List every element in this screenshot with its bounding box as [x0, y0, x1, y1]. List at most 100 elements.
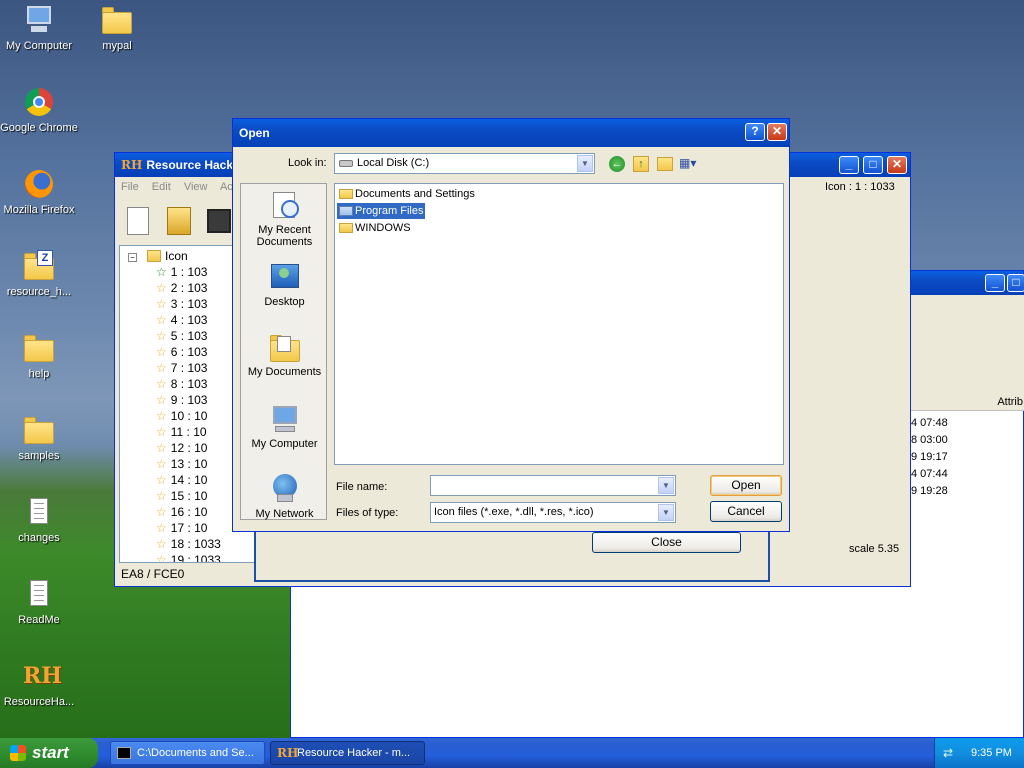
menu-view[interactable]: View: [184, 181, 208, 193]
minimize-button[interactable]: _: [839, 156, 859, 174]
desktop-icon-google-chrome[interactable]: Google Chrome: [0, 86, 78, 134]
tree-label: 11 : 10: [170, 425, 207, 439]
save-icon[interactable]: [207, 209, 231, 233]
new-file-icon[interactable]: [127, 207, 149, 235]
tree-item[interactable]: ☆ 3 : 103: [156, 296, 207, 312]
tree-label: 5 : 103: [170, 329, 208, 343]
open-button[interactable]: Open: [710, 475, 782, 496]
place-label: My Network: [255, 508, 314, 520]
desktop-icon-samples[interactable]: samples: [0, 414, 78, 462]
desktop-icon-mypal[interactable]: mypal: [78, 4, 156, 52]
tree-root-icon[interactable]: − Icon: [128, 248, 188, 264]
star-icon: ☆: [156, 473, 167, 487]
modified-time: 9 19:17: [911, 451, 948, 463]
help-button[interactable]: ?: [745, 123, 765, 141]
taskbar-item-explorer[interactable]: C:\Documents and Se...: [110, 741, 265, 765]
tree-item[interactable]: ☆ 9 : 103: [156, 392, 207, 408]
modified-time: 4 07:44: [911, 468, 948, 480]
up-folder-icon[interactable]: ↑: [633, 156, 649, 172]
status-offset: EA8 / FCE0: [121, 567, 185, 581]
file-item[interactable]: WINDOWS: [337, 220, 413, 236]
desktop-icon-my-computer[interactable]: My Computer: [0, 4, 78, 52]
desktop-icon-help[interactable]: help: [0, 332, 78, 380]
network-tray-icon[interactable]: ⇄: [943, 746, 957, 760]
tree-item[interactable]: ☆ 12 : 10: [156, 440, 207, 456]
place-my-computer[interactable]: My Computer: [241, 404, 328, 450]
collapse-icon[interactable]: −: [128, 253, 137, 262]
star-icon: ☆: [156, 489, 167, 503]
chevron-down-icon[interactable]: ▼: [577, 155, 593, 172]
file-type-select[interactable]: Icon files (*.exe, *.dll, *.res, *.ico) …: [430, 502, 676, 523]
file-item[interactable]: Documents and Settings: [337, 186, 477, 202]
tree-item[interactable]: ☆ 6 : 103: [156, 344, 207, 360]
close-button[interactable]: Close: [592, 532, 741, 553]
window-title: Resource Hacker: [146, 158, 245, 172]
open-dialog-titlebar[interactable]: Open: [233, 119, 789, 147]
tree-item[interactable]: ☆ 4 : 103: [156, 312, 207, 328]
tree-item[interactable]: ☆ 5 : 103: [156, 328, 207, 344]
start-label: start: [32, 743, 69, 762]
desktop-icon-label: changes: [18, 532, 60, 544]
star-icon: ☆: [156, 377, 167, 391]
taskbar-item-resource-hacker[interactable]: RH Resource Hacker - m...: [270, 741, 425, 765]
star-icon: ☆: [156, 441, 167, 455]
desktop-icon-mozilla-firefox[interactable]: Mozilla Firefox: [0, 168, 78, 216]
column-header-attributes[interactable]: Attrib: [911, 393, 1024, 411]
cancel-button[interactable]: Cancel: [710, 501, 782, 522]
tree-item[interactable]: ☆ 17 : 10: [156, 520, 207, 536]
desktop-icon-label: resource_h...: [6, 286, 72, 298]
tree-item[interactable]: ☆ 15 : 10: [156, 488, 207, 504]
maximize-button[interactable]: □: [1007, 274, 1024, 292]
desktop-icon-readme[interactable]: ReadMe: [0, 578, 78, 626]
view-menu-icon[interactable]: ▦▾: [679, 156, 705, 172]
look-in-select[interactable]: Local Disk (C:) ▼: [334, 153, 595, 174]
tree-item[interactable]: ☆ 10 : 10: [156, 408, 207, 424]
text-document-icon: [23, 578, 55, 610]
desktop-icon-changes[interactable]: changes: [0, 496, 78, 544]
open-dialog[interactable]: Open ? ✕ Look in: Local Disk (C:) ▼ ← ↑ …: [232, 118, 790, 532]
maximize-button[interactable]: □: [863, 156, 883, 174]
tree-item[interactable]: ☆ 19 : 1033: [156, 552, 221, 563]
back-icon[interactable]: ←: [609, 156, 625, 172]
tree-label: 16 : 10: [170, 505, 208, 519]
star-icon: ☆: [156, 521, 167, 535]
open-file-icon[interactable]: [167, 207, 191, 235]
resource-info: Icon : 1 : 1033: [825, 181, 895, 193]
tree-item[interactable]: ☆ 7 : 103: [156, 360, 207, 376]
star-icon: ☆: [156, 281, 167, 295]
new-folder-icon[interactable]: [657, 157, 673, 171]
menu-edit[interactable]: Edit: [152, 181, 171, 193]
star-icon: ☆: [156, 457, 167, 471]
tree-item[interactable]: ☆ 13 : 10: [156, 456, 207, 472]
file-name-input[interactable]: ▼: [430, 475, 676, 496]
tree-item[interactable]: ☆ 1 : 103: [156, 264, 207, 280]
place-my-documents[interactable]: My Documents: [241, 332, 328, 378]
place-my-recent-documents[interactable]: My Recent Documents: [241, 190, 328, 248]
file-list[interactable]: Documents and Settings Program Files WIN…: [334, 183, 784, 465]
start-button[interactable]: start: [0, 738, 98, 768]
clock[interactable]: 9:35 PM: [971, 738, 1012, 768]
place-my-network[interactable]: My Network: [241, 474, 328, 520]
chevron-down-icon[interactable]: ▼: [658, 504, 674, 521]
tree-item[interactable]: ☆ 8 : 103: [156, 376, 207, 392]
star-icon: ☆: [156, 537, 167, 551]
star-icon: ☆: [156, 393, 167, 407]
tree-item[interactable]: ☆ 14 : 10: [156, 472, 207, 488]
minimize-button[interactable]: _: [985, 274, 1005, 292]
tree-item[interactable]: ☆ 16 : 10: [156, 504, 207, 520]
desktop-icon-resource-zip[interactable]: Z resource_h...: [0, 250, 78, 298]
tree-label: 19 : 1033: [170, 553, 221, 563]
file-item-selected[interactable]: Program Files: [337, 203, 426, 219]
chevron-down-icon[interactable]: ▼: [658, 477, 674, 494]
star-icon: ☆: [156, 409, 167, 423]
place-desktop[interactable]: Desktop: [241, 262, 328, 308]
look-in-value: Local Disk (C:): [357, 157, 430, 169]
computer-icon: [23, 4, 55, 36]
tree-item[interactable]: ☆ 2 : 103: [156, 280, 207, 296]
close-button[interactable]: ✕: [767, 123, 787, 141]
tree-item[interactable]: ☆ 18 : 1033: [156, 536, 221, 552]
desktop-icon-resourcehacker[interactable]: RH ResourceHa...: [0, 660, 78, 708]
menu-file[interactable]: File: [121, 181, 139, 193]
close-button[interactable]: ✕: [887, 156, 907, 174]
tree-item[interactable]: ☆ 11 : 10: [156, 424, 207, 440]
